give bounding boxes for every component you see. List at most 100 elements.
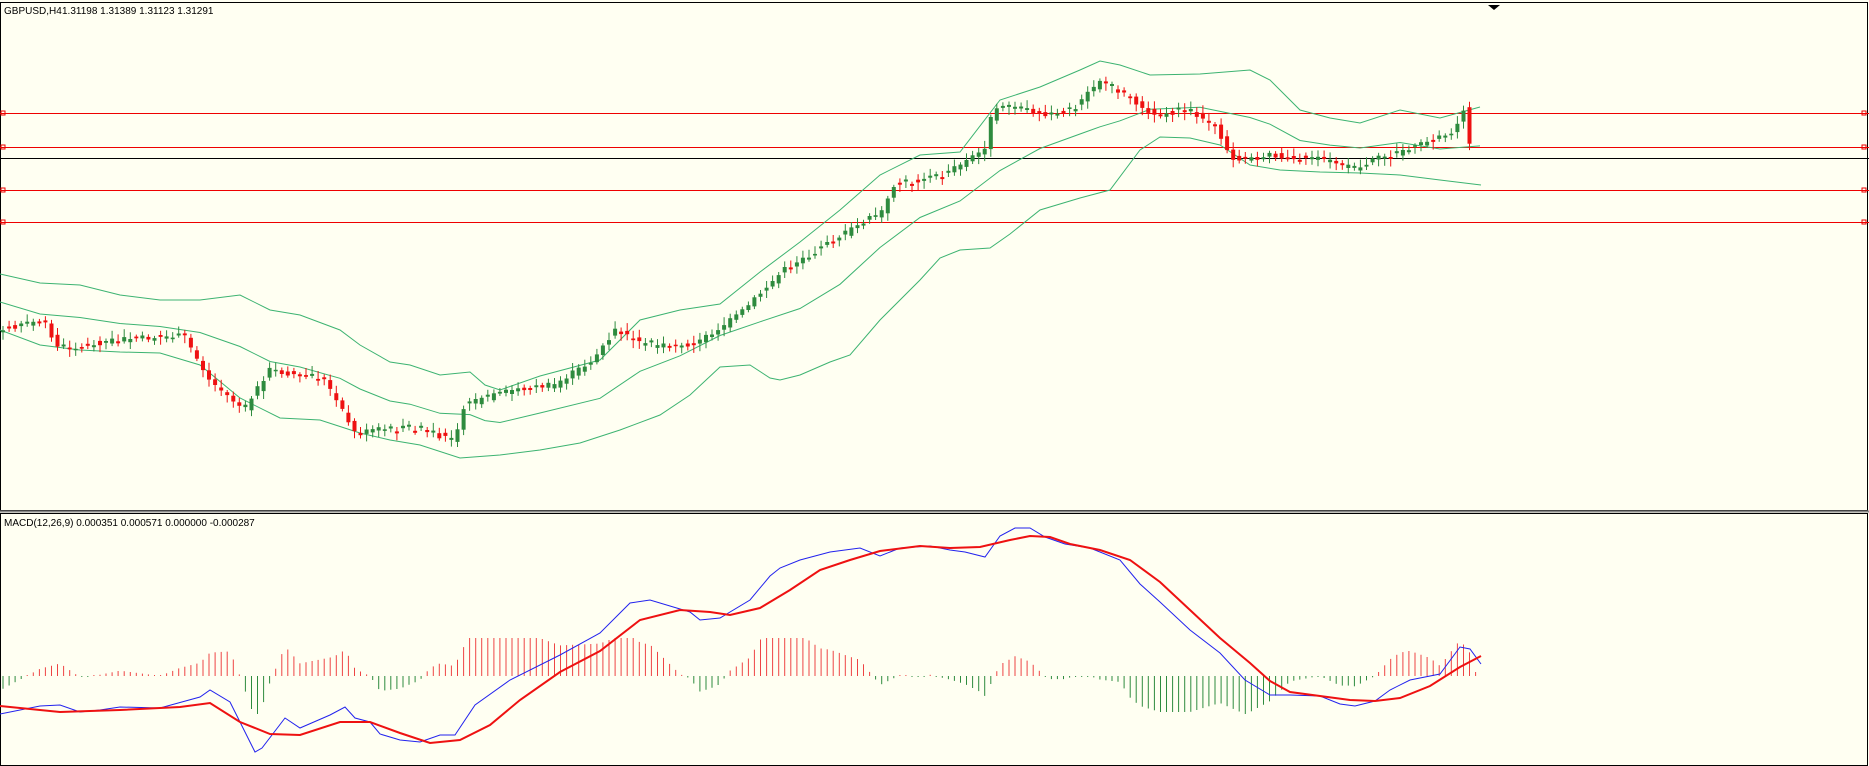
candle <box>334 385 339 407</box>
candle-body <box>879 210 884 218</box>
candle-body <box>1122 90 1127 93</box>
candle <box>564 374 569 390</box>
shift-marker-icon[interactable] <box>1488 5 1500 10</box>
candle <box>273 362 278 377</box>
candle-body <box>1061 110 1066 114</box>
candle <box>510 385 514 401</box>
candle <box>1013 101 1017 115</box>
candle-body <box>1340 163 1345 166</box>
candle-body <box>1364 164 1369 167</box>
candle <box>1 326 5 340</box>
candle-body <box>255 386 260 396</box>
candle-body <box>891 187 896 198</box>
candle-body <box>776 275 781 284</box>
candle-body <box>546 382 551 388</box>
candle <box>267 362 272 381</box>
candle-body <box>388 426 393 429</box>
candle-body <box>407 424 411 427</box>
candle <box>970 150 975 164</box>
candle <box>885 195 890 221</box>
candle <box>13 320 18 332</box>
candle-body <box>558 380 563 388</box>
symbol-label: GBPUSD,H4 <box>4 6 62 17</box>
candle-body <box>19 323 24 327</box>
candle-body <box>73 348 78 351</box>
candle-body <box>1382 156 1387 159</box>
candle-body <box>504 389 508 393</box>
candle-body <box>625 330 630 335</box>
candle <box>831 235 836 248</box>
chart-root: GBPUSD,H4 1.31198 1.31389 1.31123 1.3129… <box>0 2 1869 766</box>
candle-body <box>1025 108 1030 110</box>
candle <box>79 343 84 353</box>
candle-body <box>873 215 878 217</box>
candle <box>249 396 254 417</box>
candle-body <box>849 227 854 236</box>
candle <box>340 397 345 412</box>
candle-body <box>958 164 963 170</box>
candle <box>1091 80 1096 97</box>
candle-body <box>631 338 636 341</box>
candle-body <box>237 402 242 406</box>
candle <box>807 249 811 262</box>
candle-body <box>716 330 721 335</box>
candle-body <box>1370 158 1375 163</box>
candle-body <box>837 237 842 241</box>
candle <box>1079 94 1084 111</box>
candle-body <box>594 354 599 363</box>
candle-body <box>328 380 333 389</box>
candle <box>625 323 630 341</box>
candle-body <box>370 429 375 433</box>
candle-body <box>576 367 581 376</box>
candle <box>873 207 878 220</box>
candle-body <box>79 347 84 349</box>
candle <box>1019 102 1024 112</box>
candle-body <box>1182 110 1187 113</box>
candle-body <box>91 345 96 348</box>
candle <box>207 362 211 387</box>
candle <box>1291 148 1296 164</box>
candle-body <box>249 398 254 411</box>
candle <box>382 424 387 437</box>
candle-body <box>225 392 230 396</box>
candle-body <box>352 420 357 432</box>
candle <box>752 295 757 310</box>
candle <box>1455 116 1460 139</box>
candle <box>1134 93 1139 112</box>
candle <box>304 368 308 380</box>
candle-body <box>394 431 399 434</box>
candle-body <box>1328 159 1333 163</box>
candle <box>322 374 327 386</box>
candle-body <box>819 246 824 249</box>
candle-body <box>994 108 999 121</box>
candle-body <box>491 393 496 401</box>
candle-body <box>867 216 872 220</box>
candle <box>98 336 102 353</box>
candle-body <box>85 343 90 346</box>
candle-body <box>1243 156 1248 159</box>
candle-body <box>928 175 933 178</box>
candle <box>188 333 193 353</box>
candle <box>37 318 42 327</box>
candle <box>1382 153 1387 166</box>
candle <box>1267 150 1272 164</box>
candle-body <box>1213 124 1217 127</box>
candle-body <box>1461 110 1466 122</box>
candle-body <box>510 390 514 394</box>
candle <box>685 339 690 351</box>
candle-body <box>691 343 696 346</box>
candle <box>1055 108 1060 119</box>
candle-body <box>964 160 969 167</box>
candle-body <box>158 335 163 337</box>
candle <box>704 331 708 349</box>
bollinger-middle <box>0 106 1481 424</box>
candle-body <box>673 344 678 347</box>
candle-body <box>1346 164 1351 168</box>
candle-body <box>358 432 363 436</box>
candle <box>607 332 611 351</box>
candle <box>879 206 884 223</box>
candle-body <box>1200 112 1205 119</box>
candle <box>1255 151 1260 167</box>
candle <box>1122 87 1127 97</box>
candle-body <box>655 345 660 348</box>
